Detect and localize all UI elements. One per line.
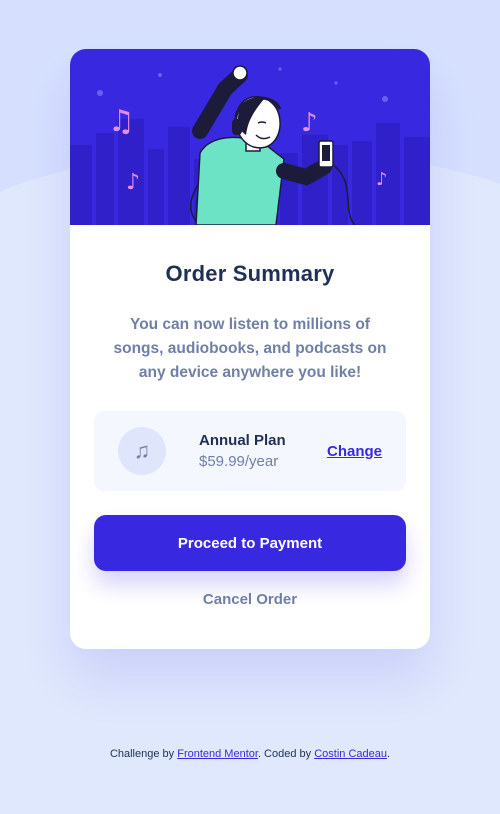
music-note-icon: ♫ xyxy=(118,427,166,475)
plan-price: $59.99/year xyxy=(199,453,279,470)
attribution: Challenge by Frontend Mentor. Coded by C… xyxy=(0,748,500,760)
svg-text:♪: ♪ xyxy=(126,170,140,195)
card-content: Order Summary You can now listen to mill… xyxy=(70,261,430,609)
hero-illustration: ♫ ♪ ♪ ♪ xyxy=(70,49,430,225)
change-plan-link[interactable]: Change xyxy=(327,443,382,460)
hero-illustration-svg: ♫ ♪ ♪ ♪ xyxy=(70,65,430,225)
attribution-suffix: . xyxy=(386,748,391,760)
page-title: Order Summary xyxy=(165,261,335,286)
order-description: You can now listen to millions of songs,… xyxy=(113,316,387,381)
proceed-to-payment-button[interactable]: Proceed to Payment xyxy=(94,515,406,571)
svg-text:♪: ♪ xyxy=(376,169,388,190)
order-summary-card: ♫ ♪ ♪ ♪ Order Summary You can now listen… xyxy=(70,49,430,649)
frontend-mentor-link[interactable]: Frontend Mentor xyxy=(177,748,258,760)
svg-text:♪: ♪ xyxy=(301,108,318,138)
attribution-prefix: Challenge by xyxy=(109,748,178,760)
cancel-order-button[interactable]: Cancel Order xyxy=(203,591,297,608)
svg-text:♫: ♫ xyxy=(108,104,135,139)
plan-name: Annual Plan xyxy=(199,432,286,449)
attribution-middle: . Coded by xyxy=(257,748,315,760)
plan-details: Annual Plan $59.99/year xyxy=(199,432,327,470)
author-link[interactable]: Costin Cadeau xyxy=(314,748,387,760)
plan-summary: ♫ Annual Plan $59.99/year Change xyxy=(94,411,406,491)
